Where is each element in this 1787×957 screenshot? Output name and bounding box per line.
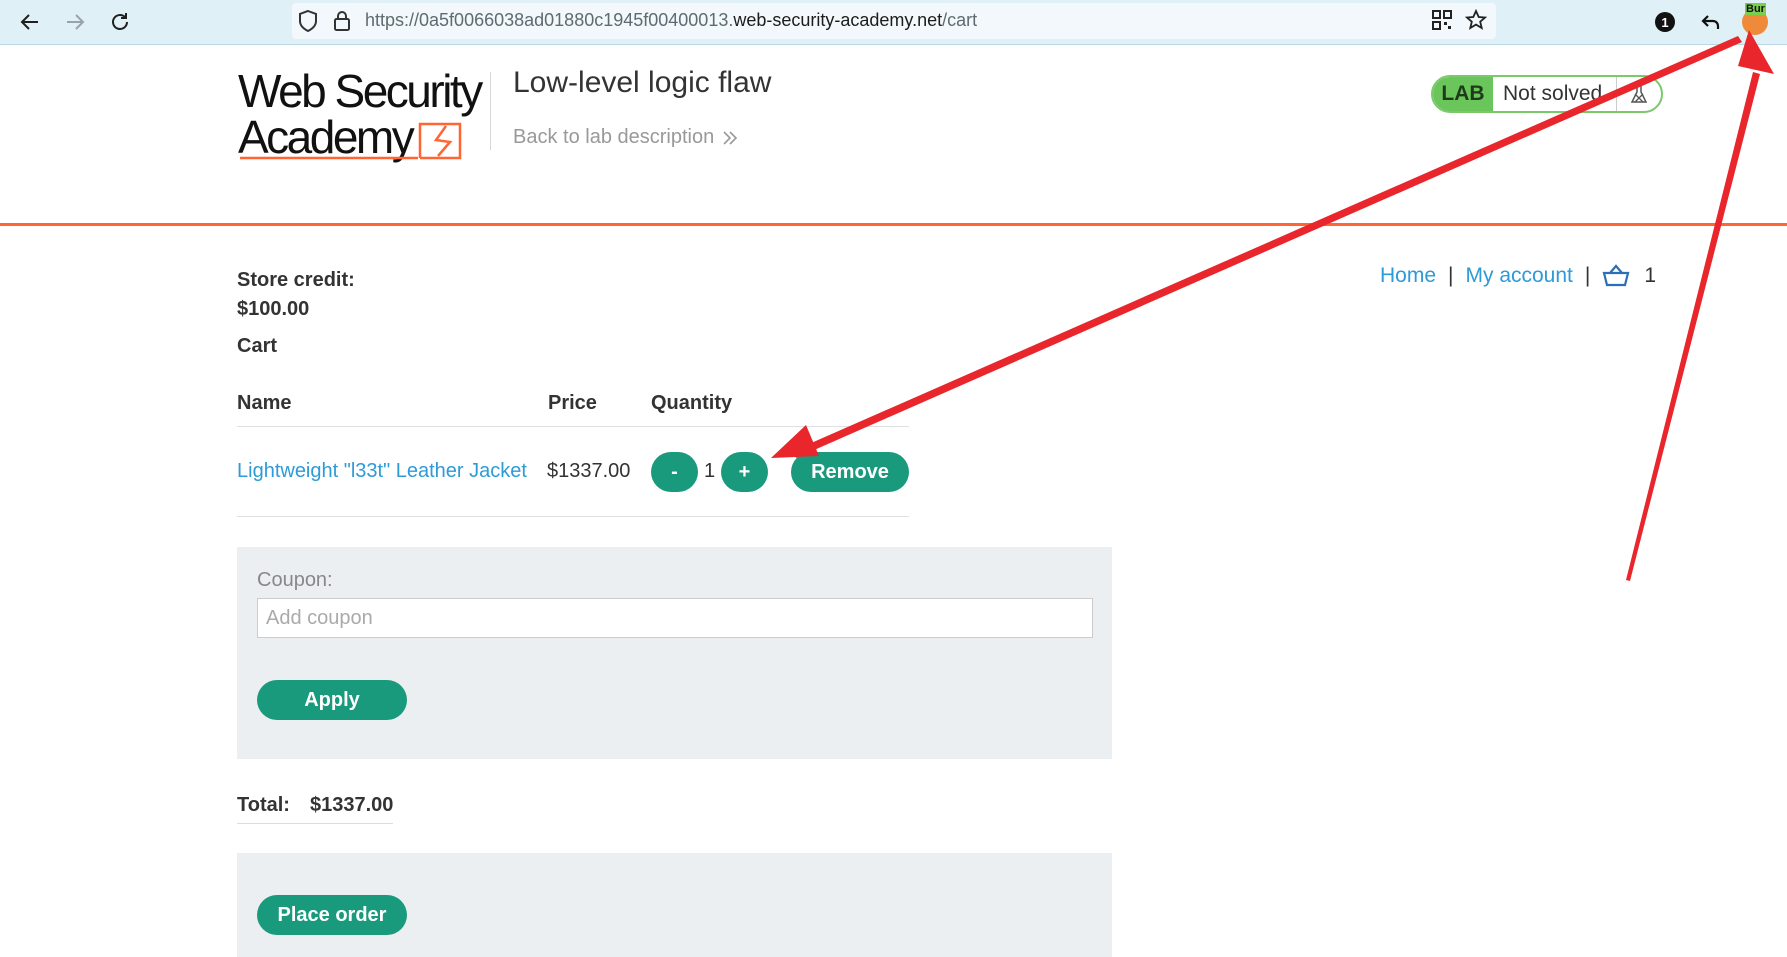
header-rule xyxy=(0,223,1787,226)
back-to-lab-link[interactable]: Back to lab description xyxy=(513,126,738,149)
coupon-label: Coupon: xyxy=(257,569,333,591)
url-prefix: https://0a5f0066038ad01880c1945f00400013… xyxy=(365,10,734,30)
column-header-quantity: Quantity xyxy=(651,392,733,414)
store-credit-value: $100.00 xyxy=(237,298,310,320)
back-arrow-icon[interactable] xyxy=(16,8,44,36)
nav-separator: | xyxy=(1448,264,1454,287)
store-nav: Home | My account | 1 xyxy=(1380,264,1656,288)
store-credit-label: Store credit: xyxy=(237,269,355,291)
place-order-form: Place order xyxy=(237,853,1112,957)
lock-icon[interactable] xyxy=(332,9,352,38)
lab-title: Low-level logic flaw xyxy=(513,66,772,99)
logo-lightning-icon xyxy=(240,122,462,160)
double-chevron-right-icon xyxy=(723,130,738,145)
store-credit: Store credit: $100.00 xyxy=(237,266,355,324)
header-divider xyxy=(490,72,491,150)
reload-icon[interactable] xyxy=(106,8,134,36)
column-header-price: Price xyxy=(548,392,597,414)
place-order-button[interactable]: Place order xyxy=(257,895,407,935)
annotation-arrow-to-extension xyxy=(1626,30,1774,581)
academy-logo[interactable]: Web Security Academy xyxy=(238,68,490,162)
browser-toolbar: https://0a5f0066038ad01880c1945f00400013… xyxy=(0,0,1787,45)
order-total: Total: $1337.00 xyxy=(237,794,394,824)
qr-code-icon[interactable] xyxy=(1432,10,1452,35)
shield-icon[interactable] xyxy=(297,9,319,38)
nav-separator: | xyxy=(1584,264,1591,287)
apply-coupon-button[interactable]: Apply xyxy=(257,680,407,720)
table-row-rule xyxy=(237,516,909,517)
quantity-decrement-button[interactable]: - xyxy=(651,452,698,492)
basket-icon xyxy=(1602,264,1630,287)
burp-extension-label: Bur xyxy=(1745,3,1766,15)
quantity-increment-button[interactable]: + xyxy=(721,452,768,492)
logo-line-1: Web Security xyxy=(238,65,483,117)
url-path: /cart xyxy=(942,10,978,30)
table-header-rule xyxy=(237,426,909,427)
total-label: Total: xyxy=(237,794,290,816)
burp-extension-icon[interactable]: Bur xyxy=(1741,3,1769,36)
bookmark-star-icon[interactable] xyxy=(1464,8,1488,36)
column-header-name: Name xyxy=(237,392,292,414)
my-account-link[interactable]: My account xyxy=(1466,264,1573,288)
cart-count: 1 xyxy=(1644,264,1657,287)
undo-arrow-icon[interactable] xyxy=(1697,8,1725,36)
product-name-link[interactable]: Lightweight "l33t" Leather Jacket xyxy=(237,460,527,483)
total-value: $1337.00 xyxy=(309,794,394,816)
coupon-form: Coupon: Apply xyxy=(237,547,1112,759)
url-domain: web-security-academy.net xyxy=(733,10,943,30)
lab-status-text: Not solved xyxy=(1493,77,1617,111)
product-price: $1337.00 xyxy=(547,460,631,482)
password-manager-icon[interactable]: 1 xyxy=(1651,8,1679,36)
lab-badge: LAB xyxy=(1433,77,1493,111)
back-link-label: Back to lab description xyxy=(513,126,715,148)
flask-icon xyxy=(1617,77,1661,111)
forward-arrow-icon[interactable] xyxy=(61,8,89,36)
lab-status-widget: LAB Not solved xyxy=(1431,75,1663,113)
url-text: https://0a5f0066038ad01880c1945f00400013… xyxy=(365,10,977,31)
remove-button[interactable]: Remove xyxy=(791,452,909,492)
home-link[interactable]: Home xyxy=(1380,264,1436,288)
cart-heading: Cart xyxy=(237,335,278,357)
quantity-value: 1 xyxy=(704,460,716,482)
extension-badge: 1 xyxy=(1655,12,1675,32)
cart-link[interactable]: 1 xyxy=(1602,264,1656,288)
coupon-input[interactable] xyxy=(257,598,1093,638)
